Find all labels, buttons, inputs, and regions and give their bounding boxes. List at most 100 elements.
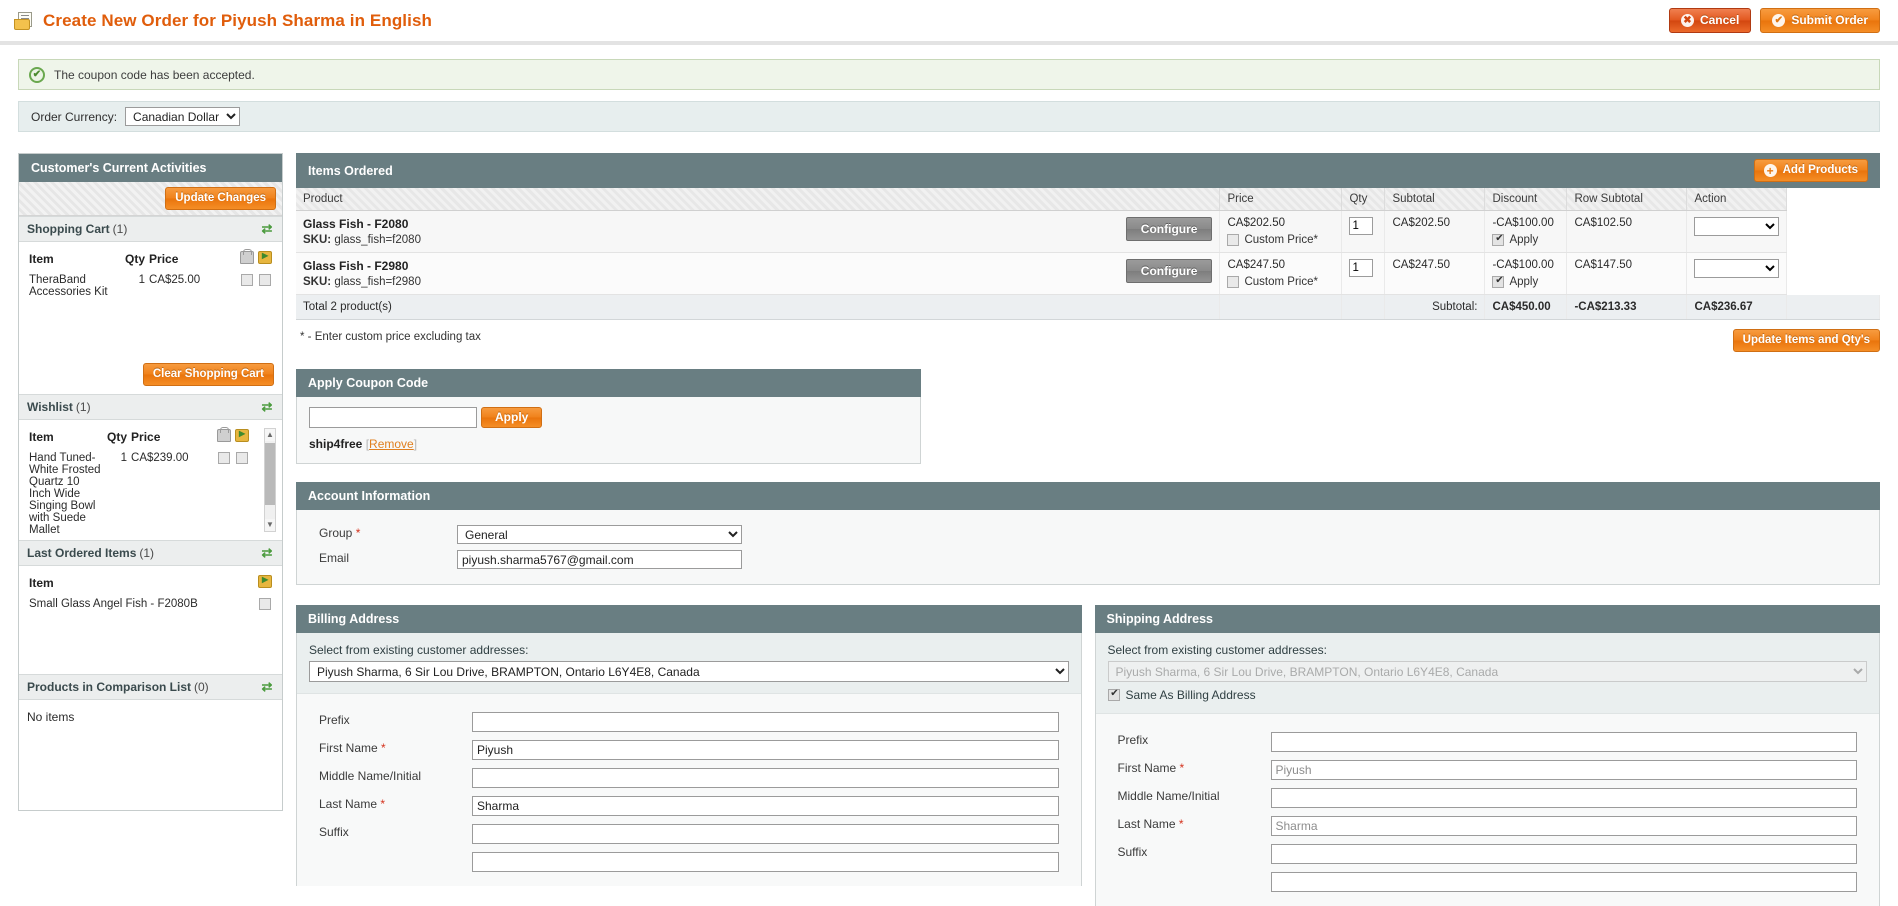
comparison-no-items: No items <box>27 710 75 724</box>
required-marker: * <box>1179 761 1185 775</box>
col-qty: Qty <box>125 252 146 266</box>
sidebar-section-last-ordered-body: Item Small Glass Angel Fish - F2080B <box>19 566 282 674</box>
item-sku: glass_fish=f2980 <box>334 276 421 288</box>
cancel-button[interactable]: ✖ Cancel <box>1668 8 1752 33</box>
shipping-company-input[interactable] <box>1270 872 1857 892</box>
shipping-last-name-input[interactable] <box>1270 816 1857 836</box>
shipping-first-name-input[interactable] <box>1270 760 1857 780</box>
wishlist-scrollbar[interactable]: ▲ ▼ <box>264 428 276 532</box>
sidebar-section-last-ordered-header: Last Ordered Items (1) ⇄ <box>19 540 282 566</box>
item-action-select[interactable] <box>1694 259 1780 278</box>
wishlist-item-add-checkbox[interactable] <box>233 451 251 537</box>
remove-coupon-link[interactable]: Remove <box>369 437 414 451</box>
address-panels: Billing Address Select from existing cus… <box>296 605 1880 906</box>
billing-address-fields: Prefix First Name * Middle Name/Initial <box>297 694 1081 886</box>
shipping-panel-title: Shipping Address <box>1094 605 1880 633</box>
billing-last-name-label: Last Name <box>319 797 378 811</box>
billing-prefix-input[interactable] <box>472 712 1059 732</box>
table-row: Hand Tuned-White Frosted Quartz 10 Inch … <box>27 451 251 537</box>
row-subtotal-total: CA$236.67 <box>1686 294 1788 320</box>
customer-group-select[interactable]: General <box>457 525 742 544</box>
billing-last-name-input[interactable] <box>472 796 1059 816</box>
shipping-middle-name-input[interactable] <box>1270 788 1857 808</box>
add-products-label: Add Products <box>1782 164 1858 176</box>
email-field[interactable] <box>457 550 742 569</box>
apply-coupon-label: Apply <box>495 410 529 424</box>
last-ordered-add-checkbox[interactable] <box>256 597 274 611</box>
apply-discount-checkbox[interactable] <box>1492 275 1505 288</box>
shopping-cart-table: Item Qty Price TheraBand Accessories Kit… <box>27 249 274 299</box>
add-products-button[interactable]: + Add Products <box>1753 159 1868 182</box>
item-action-select[interactable] <box>1694 217 1780 236</box>
clear-shopping-cart-label: Clear Shopping Cart <box>152 368 264 380</box>
custom-price-checkbox[interactable] <box>1227 276 1240 288</box>
configure-label: Configure <box>1140 264 1198 278</box>
apply-coupon-button[interactable]: Apply <box>481 407 543 428</box>
reload-comparison-icon[interactable]: ⇄ <box>260 680 274 694</box>
billing-company-input[interactable] <box>472 852 1059 872</box>
shipping-next-row <box>1096 868 1880 896</box>
cart-item-qty: 1 <box>138 274 146 286</box>
reload-wishlist-icon[interactable]: ⇄ <box>260 400 274 414</box>
reload-cart-icon[interactable]: ⇄ <box>260 222 274 236</box>
cancel-button-label: Cancel <box>1699 13 1740 27</box>
order-currency-select[interactable]: Canadian Dollar <box>125 107 241 126</box>
col-price: Price <box>1219 188 1343 211</box>
submit-order-button[interactable]: ✔ Submit Order <box>1760 8 1880 33</box>
col-item: Item <box>29 576 54 590</box>
billing-existing-address-select[interactable]: Piyush Sharma, 6 Sir Lou Drive, BRAMPTON… <box>309 661 1069 682</box>
sidebar-section-shopping-cart-header: Shopping Cart (1) ⇄ <box>19 216 282 242</box>
table-row: TheraBand Accessories Kit 1 CA$25.00 <box>27 273 274 299</box>
qty-input[interactable] <box>1349 217 1374 235</box>
coupon-panel-title: Apply Coupon Code <box>296 369 921 397</box>
email-field-row: Email <box>297 547 1879 572</box>
custom-price-checkbox[interactable] <box>1227 234 1240 246</box>
billing-prefix-row: Prefix <box>297 708 1081 736</box>
qty-input[interactable] <box>1349 259 1374 277</box>
email-label: Email <box>319 551 350 565</box>
items-ordered-table: Product Price Qty Subtotal Discount Row … <box>296 188 1880 320</box>
billing-middle-name-row: Middle Name/Initial <box>297 764 1081 792</box>
shipping-prefix-input[interactable] <box>1270 732 1857 752</box>
sidebar-title: Customer's Current Activities <box>19 154 282 182</box>
reload-last-ordered-icon[interactable]: ⇄ <box>260 546 274 560</box>
section-title: Shopping Cart <box>27 222 110 236</box>
billing-address-panel: Billing Address Select from existing cus… <box>296 605 1082 886</box>
same-as-billing-label: Same As Billing Address <box>1125 688 1256 702</box>
configure-button[interactable]: Configure <box>1125 259 1213 283</box>
shipping-first-name-row: First Name * <box>1096 756 1880 784</box>
billing-suffix-input[interactable] <box>472 824 1059 844</box>
required-marker: * <box>355 526 361 540</box>
section-count: (0) <box>194 680 209 694</box>
scrollbar-thumb[interactable] <box>265 443 275 505</box>
success-message: ✔ The coupon code has been accepted. <box>18 59 1880 90</box>
billing-last-name-row: Last Name * <box>297 792 1081 820</box>
scroll-up-icon[interactable]: ▲ <box>265 429 275 441</box>
table-row: Glass Fish - F2980 SKU: glass_fish=f2980… <box>296 252 1880 295</box>
same-as-billing-checkbox[interactable] <box>1107 688 1121 701</box>
update-items-and-qtys-button[interactable]: Update Items and Qty's <box>1732 329 1880 352</box>
wishlist-item-select-checkbox[interactable] <box>215 451 233 537</box>
sidebar-toolbar: Update Changes <box>19 182 282 216</box>
scroll-down-icon[interactable]: ▼ <box>265 519 275 531</box>
configure-button[interactable]: Configure <box>1125 217 1213 241</box>
cart-item-price: CA$25.00 <box>149 274 201 286</box>
shipping-suffix-row: Suffix <box>1096 840 1880 868</box>
order-content: Items Ordered + Add Products Product Pri… <box>296 153 1880 906</box>
sidebar-section-shopping-cart-body: Item Qty Price TheraBand Accessories Kit… <box>19 242 282 357</box>
clear-shopping-cart-button[interactable]: Clear Shopping Cart <box>142 363 274 386</box>
shipping-existing-address-select[interactable]: Piyush Sharma, 6 Sir Lou Drive, BRAMPTON… <box>1107 661 1867 682</box>
item-price: CA$202.50 <box>1227 217 1286 229</box>
shipping-suffix-input[interactable] <box>1270 844 1857 864</box>
cart-item-add-checkbox[interactable] <box>256 273 274 299</box>
custom-price-footnote: * - Enter custom price excluding tax <box>300 331 481 343</box>
apply-discount-checkbox[interactable] <box>1492 233 1505 246</box>
billing-middle-name-input[interactable] <box>472 768 1059 788</box>
items-ordered-panel: Items Ordered + Add Products Product Pri… <box>296 153 1880 352</box>
item-row-subtotal: CA$102.50 <box>1566 210 1688 253</box>
billing-first-name-input[interactable] <box>472 740 1059 760</box>
cart-item-select-checkbox[interactable] <box>238 273 256 299</box>
coupon-code-input[interactable] <box>309 407 477 428</box>
update-changes-button[interactable]: Update Changes <box>165 187 276 210</box>
item-row-subtotal: CA$147.50 <box>1566 252 1688 295</box>
